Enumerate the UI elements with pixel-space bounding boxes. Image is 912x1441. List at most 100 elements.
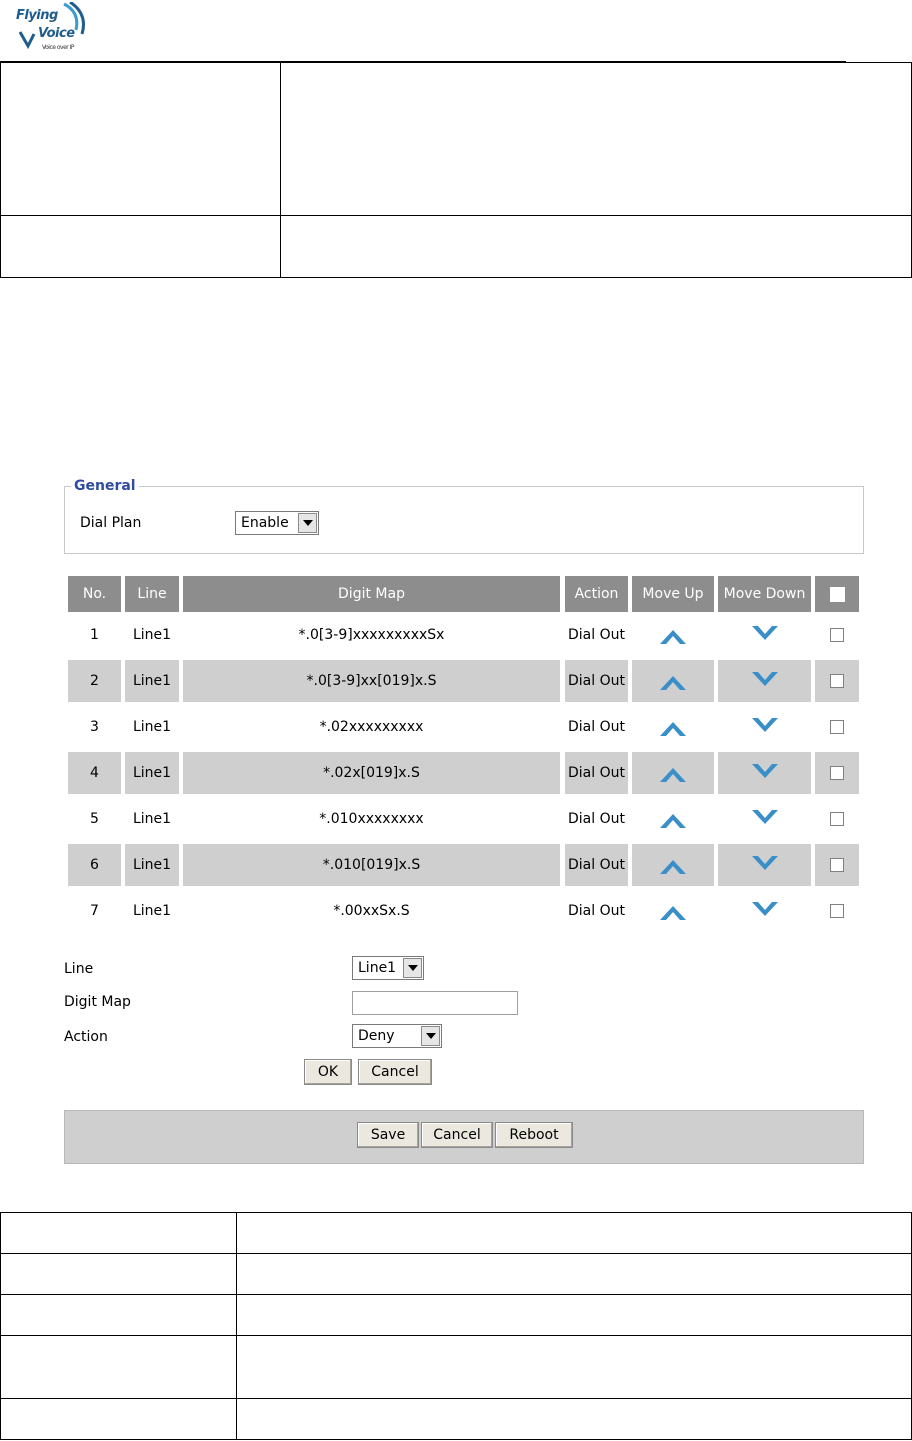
header-digit-map: Digit Map	[183, 576, 560, 612]
header-move-up: Move Up	[632, 576, 714, 612]
cell-action: Dial Out	[568, 719, 625, 735]
row-checkbox[interactable]	[830, 858, 844, 872]
move-up-icon[interactable]	[632, 798, 714, 840]
move-up-icon[interactable]	[632, 752, 714, 794]
dial-plan-label: Dial Plan	[80, 515, 142, 531]
header-line: Line	[125, 576, 179, 612]
row-checkbox-cell	[815, 706, 859, 748]
form-digit-map-label: Digit Map	[64, 994, 131, 1010]
row-checkbox-cell	[815, 890, 859, 932]
flyingvoice-logo: Flying Voice Voice over IP	[14, 2, 86, 56]
cell-no: 5	[90, 811, 99, 827]
cell-action: Dial Out	[568, 627, 625, 643]
move-up-icon[interactable]	[632, 614, 714, 656]
cell-line: Line1	[125, 752, 179, 794]
logo-text-line2: Voice	[38, 26, 75, 41]
dropdown-arrow-icon[interactable]	[298, 513, 317, 533]
doc-cell	[0, 62, 281, 216]
row-checkbox-cell	[815, 660, 859, 702]
doc-cell	[280, 215, 912, 278]
header-move-down: Move Down	[718, 576, 811, 612]
dial-plan-panel: General Dial Plan Enable No. Line Digit …	[60, 470, 866, 1170]
cell-digit-map: *.02x[019]x.S	[183, 752, 560, 794]
cell-digit-map: *.010xxxxxxxx	[319, 811, 424, 827]
doc-cell	[236, 1253, 912, 1295]
cell-digit-map: *.00xxSx.S	[333, 903, 410, 919]
cell-no: 3	[90, 719, 99, 735]
cell-action: Dial Out	[565, 844, 628, 886]
header-select-all	[815, 576, 859, 612]
row-checkbox[interactable]	[830, 812, 844, 826]
doc-cell	[236, 1294, 912, 1336]
move-up-icon[interactable]	[632, 844, 714, 886]
form-line-select[interactable]: Line1	[352, 956, 424, 980]
cell-no: 7	[90, 903, 99, 919]
document-table-bottom	[0, 1212, 912, 1440]
cell-line: Line1	[125, 660, 179, 702]
move-down-icon[interactable]	[718, 798, 811, 840]
form-cancel-button[interactable]: Cancel	[358, 1059, 432, 1085]
doc-cell	[0, 1335, 237, 1399]
cell-line: Line1	[132, 811, 172, 827]
digit-map-input[interactable]	[352, 991, 518, 1015]
cell-digit-map: *.0[3-9]xxxxxxxxxSx	[298, 627, 445, 643]
cell-action: Dial Out	[565, 752, 628, 794]
move-up-icon[interactable]	[632, 706, 714, 748]
doc-cell	[0, 1253, 237, 1295]
form-action-select-value: Deny	[358, 1028, 395, 1044]
cancel-button[interactable]: Cancel	[421, 1122, 493, 1148]
cell-no: 2	[68, 660, 121, 702]
cell-line: Line1	[125, 844, 179, 886]
row-checkbox[interactable]	[830, 720, 844, 734]
row-checkbox-cell	[815, 614, 859, 656]
cell-digit-map: *.0[3-9]xx[019]x.S	[183, 660, 560, 702]
cell-action: Dial Out	[565, 660, 628, 702]
doc-cell	[0, 1398, 237, 1440]
form-action-select[interactable]: Deny	[352, 1024, 442, 1048]
dial-plan-select-value: Enable	[241, 515, 289, 531]
doc-row	[0, 1294, 912, 1336]
reboot-button[interactable]: Reboot	[495, 1122, 573, 1148]
doc-cell	[0, 1212, 237, 1254]
row-checkbox[interactable]	[830, 766, 844, 780]
logo-tagline: Voice over IP	[42, 44, 75, 51]
cell-action: Dial Out	[568, 903, 625, 919]
move-down-icon[interactable]	[718, 890, 811, 932]
bottom-action-bar: Save Cancel Reboot	[64, 1110, 864, 1164]
form-line-select-value: Line1	[358, 960, 397, 976]
dial-plan-select[interactable]: Enable	[235, 511, 319, 535]
ok-button[interactable]: OK	[304, 1059, 352, 1085]
general-legend: General	[74, 478, 136, 494]
cell-digit-map: *.010[019]x.S	[183, 844, 560, 886]
row-checkbox[interactable]	[830, 904, 844, 918]
doc-cell	[280, 62, 912, 216]
row-checkbox-cell	[815, 798, 859, 840]
doc-row	[0, 1212, 912, 1254]
doc-row	[0, 1253, 912, 1295]
move-down-icon[interactable]	[718, 614, 811, 656]
dropdown-arrow-icon[interactable]	[403, 958, 422, 978]
move-down-icon[interactable]	[718, 660, 811, 702]
save-button[interactable]: Save	[357, 1122, 419, 1148]
doc-cell	[0, 215, 281, 278]
row-checkbox-cell	[815, 752, 859, 794]
move-down-icon[interactable]	[718, 752, 811, 794]
cell-no: 6	[68, 844, 121, 886]
move-up-icon[interactable]	[632, 890, 714, 932]
select-all-checkbox[interactable]	[829, 586, 845, 602]
cell-no: 4	[68, 752, 121, 794]
cell-line: Line1	[132, 903, 172, 919]
move-up-icon[interactable]	[632, 660, 714, 702]
doc-cell	[0, 1294, 237, 1336]
doc-cell	[236, 1398, 912, 1440]
move-down-icon[interactable]	[718, 844, 811, 886]
header-action: Action	[565, 576, 628, 612]
row-checkbox[interactable]	[830, 674, 844, 688]
cell-digit-map: *.02xxxxxxxxx	[319, 719, 424, 735]
logo-text-line1: Flying	[16, 8, 58, 23]
row-checkbox-cell	[815, 844, 859, 886]
dropdown-arrow-icon[interactable]	[421, 1026, 440, 1046]
row-checkbox[interactable]	[830, 628, 844, 642]
move-down-icon[interactable]	[718, 706, 811, 748]
doc-row	[0, 215, 912, 278]
